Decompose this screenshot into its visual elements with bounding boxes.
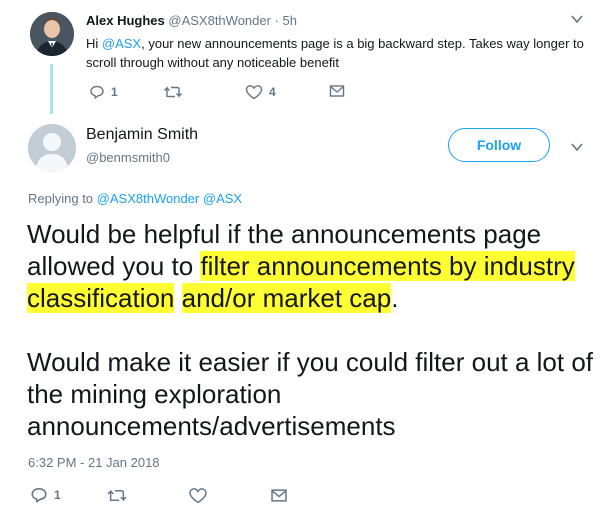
retweet-icon bbox=[107, 489, 127, 502]
tweet-paragraph: Would be helpful if the announcements pa… bbox=[27, 219, 575, 313]
direct-message-button[interactable] bbox=[329, 84, 345, 98]
envelope-icon bbox=[271, 489, 287, 502]
mention-link[interactable]: @ASX bbox=[102, 36, 141, 51]
author-name[interactable]: Benjamin Smith bbox=[86, 126, 198, 144]
heart-icon bbox=[245, 85, 263, 100]
reply-icon bbox=[31, 488, 47, 503]
heart-icon bbox=[189, 488, 207, 504]
retweet-button[interactable] bbox=[163, 84, 183, 100]
like-button[interactable]: 4 bbox=[245, 84, 276, 100]
retweet-button[interactable] bbox=[106, 487, 128, 504]
author-handle[interactable]: @ASX8thWonder bbox=[168, 13, 271, 28]
reply-button[interactable]: 1 bbox=[89, 84, 118, 100]
reply-count: 1 bbox=[54, 488, 61, 502]
direct-message-button[interactable] bbox=[270, 488, 288, 503]
replying-to: Replying to @ASX8thWonder @ASX bbox=[28, 191, 243, 206]
chevron-down-icon[interactable] bbox=[570, 140, 584, 154]
highlighted-text: and/or market cap bbox=[181, 283, 392, 313]
tweet-paragraph: Would make it easier if you could filter… bbox=[27, 347, 594, 441]
avatar[interactable] bbox=[30, 12, 74, 56]
follow-button[interactable]: Follow bbox=[448, 128, 550, 162]
author-name[interactable]: Alex Hughes bbox=[86, 13, 165, 28]
retweet-icon bbox=[164, 86, 182, 98]
like-count: 4 bbox=[269, 85, 276, 99]
reply-button[interactable]: 1 bbox=[30, 486, 61, 504]
reply-icon bbox=[90, 85, 104, 99]
tweet-time[interactable]: · 5h bbox=[275, 13, 297, 28]
parent-tweet-header: Alex Hughes @ASX8thWonder · 5h bbox=[86, 13, 297, 28]
tweet-timestamp[interactable]: 6:32 PM - 21 Jan 2018 bbox=[28, 455, 160, 470]
mention-link[interactable]: @ASX8thWonder bbox=[97, 191, 200, 206]
mention-link[interactable]: @ASX bbox=[203, 191, 242, 206]
chevron-down-icon[interactable] bbox=[570, 12, 584, 26]
envelope-icon bbox=[329, 85, 345, 97]
reply-count: 1 bbox=[111, 85, 118, 99]
avatar[interactable] bbox=[28, 124, 76, 172]
like-button[interactable] bbox=[188, 487, 208, 504]
thread-connector-line bbox=[50, 64, 53, 114]
parent-tweet-text: Hi @ASX, your new announcements page is … bbox=[86, 36, 584, 70]
author-handle[interactable]: @benmsmith0 bbox=[86, 150, 170, 165]
tweet-text: Would be helpful if the announcements pa… bbox=[27, 218, 597, 442]
